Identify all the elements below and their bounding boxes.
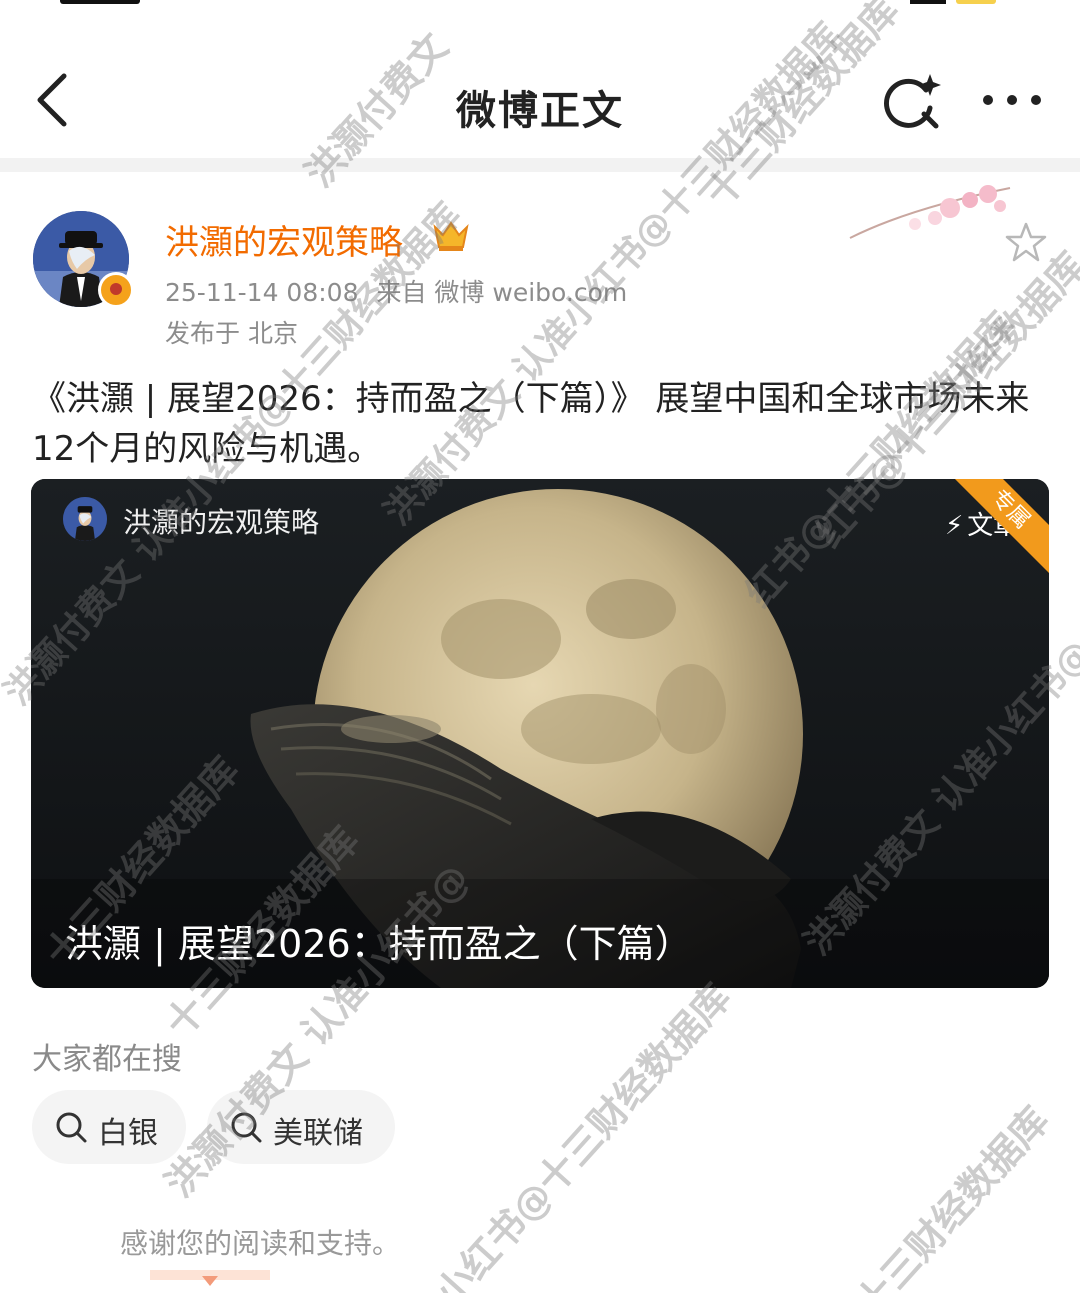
status-time: [60, 0, 150, 6]
signal-icon: [910, 0, 946, 4]
cherry-blossom-decoration: [849, 185, 1011, 239]
lightning-icon: ⚡: [945, 511, 964, 541]
status-icons: [860, 0, 1020, 6]
search-sparkle-icon[interactable]: [880, 70, 944, 134]
star-icon[interactable]: [1004, 220, 1048, 264]
post-location: 发布于 北京: [165, 319, 298, 348]
status-bar: [0, 0, 1080, 10]
decoration-strip: [150, 1270, 270, 1286]
magnifier-icon: [56, 1112, 87, 1143]
section-divider: [0, 158, 1080, 172]
author-name[interactable]: 洪灝的宏观策略: [165, 215, 403, 264]
trending-chip-label: 白银: [98, 1116, 158, 1151]
crown-badge-icon: [433, 221, 469, 251]
trending-chip[interactable]: 白银: [32, 1090, 186, 1164]
nav-bar: 微博正文: [0, 40, 1080, 158]
card-avatar: [63, 497, 107, 541]
trending-chip-label: 美联储: [273, 1116, 363, 1151]
battery-icon: [956, 0, 996, 4]
post-meta: 25-11-14 08:08 来自 微博 weibo.com: [165, 273, 645, 309]
card-author-name: 洪灝的宏观策略: [123, 506, 320, 539]
verified-badge: [98, 272, 134, 308]
watermark: 小红书@十三财经数据库: [426, 975, 740, 1293]
post-timestamp: 25-11-14 08:08: [165, 278, 359, 307]
trending-chip[interactable]: 美联储: [207, 1090, 395, 1164]
magnifier-icon: [231, 1112, 262, 1143]
watermark: 十三财经数据库: [846, 1098, 1058, 1293]
more-dots-icon[interactable]: [976, 80, 1048, 120]
post-text: 《洪灝 | 展望2026：持而盈之（下篇）》 展望中国和全球市场未来12个月的风…: [32, 379, 1030, 469]
article-card[interactable]: 洪灝的宏观策略 ⚡ 文章 专属 洪灝 | 展望2026：持而盈之（下篇）: [31, 479, 1049, 988]
thanks-text: 感谢您的阅读和支持。: [120, 1227, 401, 1260]
post-source: 来自 微博 weibo.com: [376, 278, 628, 307]
card-title: 洪灝 | 展望2026：持而盈之（下篇）: [65, 922, 693, 966]
trending-label: 大家都在搜: [32, 1042, 182, 1077]
card-cover-image: [31, 479, 1049, 988]
